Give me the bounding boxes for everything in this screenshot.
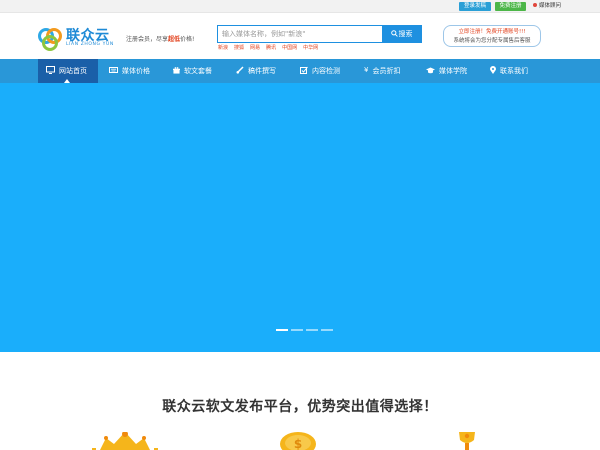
slogan-prefix: 注册会员，尽享	[126, 36, 169, 43]
nav-item-member-discount[interactable]: ¥ 会员折扣	[364, 59, 400, 83]
nav-item-label: 媒体价格	[122, 67, 150, 75]
hot-word[interactable]: 中华网	[303, 45, 318, 51]
nav-item-writing[interactable]: 稿件撰写	[236, 59, 276, 83]
media-consultant-link[interactable]: 媒体顾问	[533, 2, 561, 11]
slogan: 注册会员，尽享超低价格!	[126, 34, 194, 43]
hot-word[interactable]: 网易	[250, 45, 260, 51]
map-pin-icon	[490, 66, 496, 74]
yen-icon: ¥	[364, 66, 369, 74]
nav-item-label: 网站首页	[59, 67, 87, 75]
monitor-icon	[46, 66, 55, 74]
gift-icon	[173, 66, 180, 74]
nav-item-label: 软文套餐	[184, 67, 212, 75]
keyboard-icon	[109, 67, 118, 73]
hot-word[interactable]: 腾讯	[266, 45, 276, 51]
slogan-highlight: 超低	[168, 36, 181, 43]
hot-word[interactable]: 中国网	[282, 45, 297, 51]
nav-item-label: 内容检测	[312, 67, 340, 75]
site-header: 联众云 LIAN ZHONG YUN 注册会员，尽享超低价格! 搜索 新浪搜狐网…	[0, 13, 600, 59]
promo-subtext: 系统将会为您分配专属售后客服	[453, 38, 531, 44]
hot-words: 新浪 搜狐 网易 腾讯 中国网 中华网	[218, 44, 324, 51]
register-button[interactable]: 免费注册	[495, 2, 526, 11]
chat-icon	[533, 2, 537, 7]
search-input[interactable]	[218, 26, 382, 42]
nav-item-label: 会员折扣	[372, 67, 401, 75]
coin-icon: $	[280, 432, 316, 450]
brush-icon	[236, 66, 244, 74]
nav-item-label: 媒体学院	[439, 67, 467, 75]
media-consultant-label: 媒体顾问	[539, 3, 562, 9]
logo-subtitle: LIAN ZHONG YUN	[66, 42, 114, 47]
promo-headline: 立即注册！免费开通账号!!!	[458, 29, 526, 35]
crown-icon	[92, 432, 158, 450]
logo-icon[interactable]	[37, 26, 63, 52]
carousel-dot[interactable]	[276, 329, 288, 331]
svg-text:$: $	[294, 437, 302, 450]
hero-banner[interactable]	[0, 83, 600, 352]
nav-item-academy[interactable]: 媒体学院	[426, 59, 467, 83]
hot-word[interactable]: 搜狐	[234, 45, 244, 51]
carousel-dot[interactable]	[291, 329, 303, 331]
nav-item-packages[interactable]: 软文套餐	[173, 59, 212, 83]
search-icon	[390, 29, 398, 37]
search-box: 搜索	[217, 25, 422, 43]
carousel-dot[interactable]	[306, 329, 318, 331]
search-button[interactable]: 搜索	[382, 26, 421, 42]
carousel-dot[interactable]	[321, 329, 333, 331]
nav-item-contact[interactable]: 联系我们	[490, 59, 528, 83]
search-button-label: 搜索	[398, 30, 413, 38]
trophy-icon	[459, 432, 475, 450]
section-title: 联众云软文发布平台，优势突出值得选择！	[162, 399, 438, 415]
register-promo[interactable]: 立即注册！免费开通账号!!! 系统将会为您分配专属售后客服	[443, 25, 541, 47]
slogan-suffix: 价格!	[180, 36, 195, 43]
nav-item-label: 联系我们	[500, 67, 528, 75]
top-utility-bar: 登录发稿 免费注册 媒体顾问	[0, 0, 600, 13]
main-nav: 网站首页 媒体价格 软文套餐 稿件撰写 内容检测 ¥ 会员折扣 媒体学院 联系我们	[0, 59, 600, 83]
edit-check-icon	[300, 66, 308, 74]
nav-item-media-price[interactable]: 媒体价格	[109, 59, 150, 83]
nav-item-content-check[interactable]: 内容检测	[300, 59, 340, 83]
hot-word[interactable]: 新浪	[218, 45, 228, 51]
graduation-cap-icon	[426, 67, 435, 73]
login-button[interactable]: 登录发稿	[459, 2, 491, 11]
nav-item-label: 稿件撰写	[248, 67, 276, 75]
